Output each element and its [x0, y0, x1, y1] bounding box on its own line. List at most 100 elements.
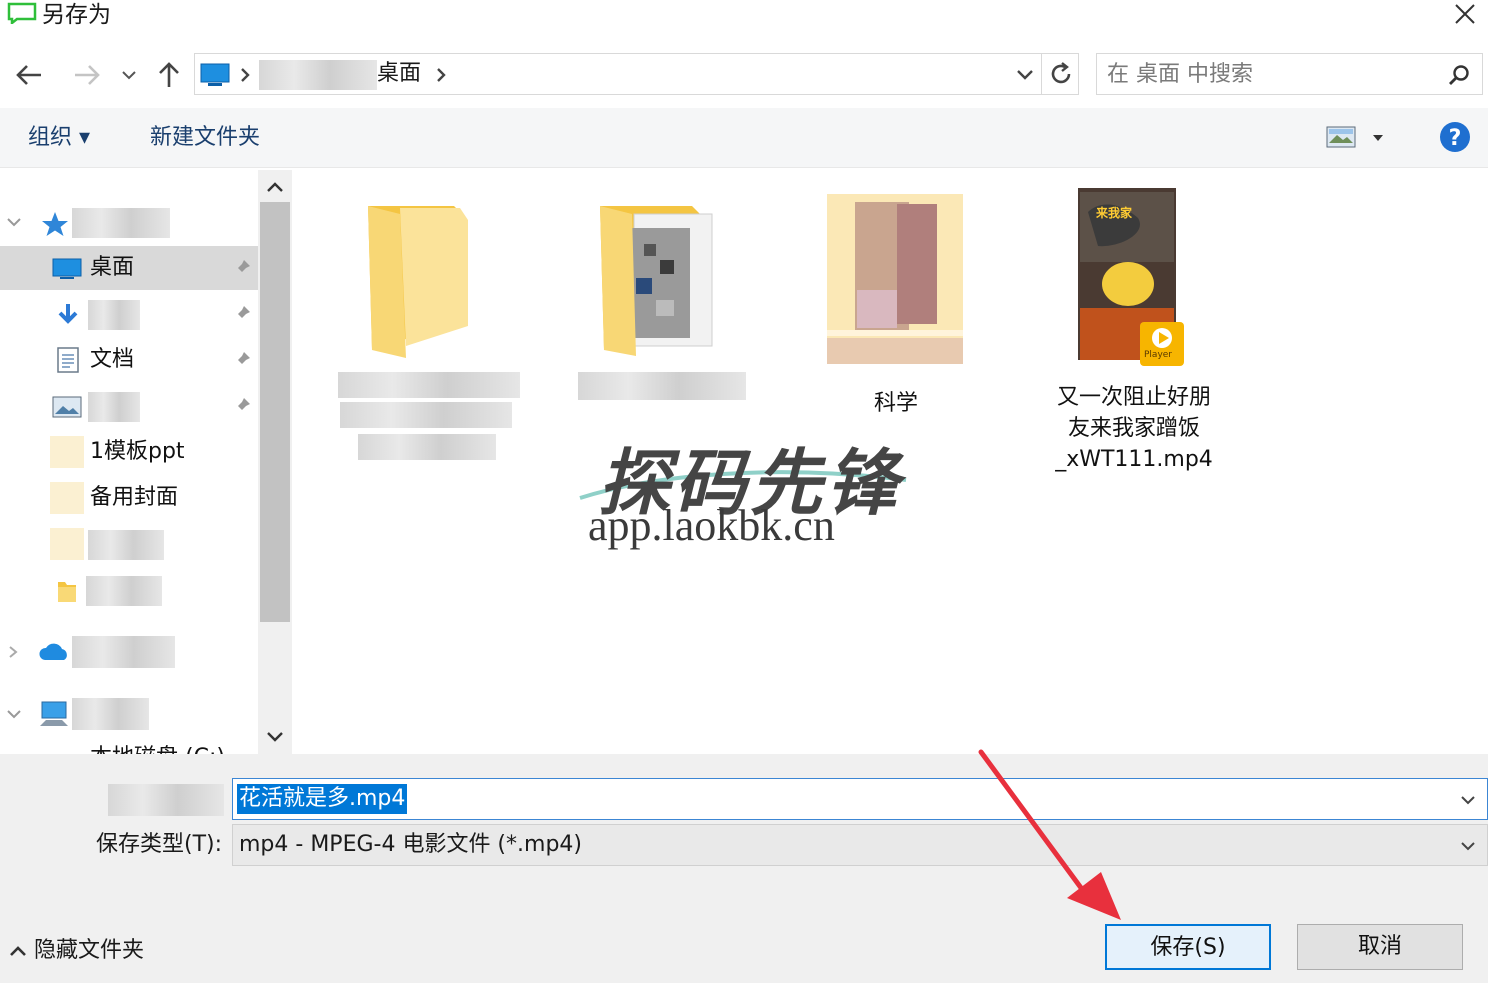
search-icon[interactable]: [1448, 64, 1470, 86]
redacted-sidebar-label: [88, 392, 140, 422]
sidebar-item-pictures[interactable]: [0, 384, 258, 428]
hide-folders-label: 隐藏文件夹: [34, 938, 145, 963]
new-folder-button[interactable]: 新建文件夹: [150, 123, 260, 153]
save-button[interactable]: 保存(S): [1105, 924, 1271, 970]
chevron-down-icon[interactable]: [1015, 67, 1035, 83]
sidebar-item-backup-covers[interactable]: 备用封面: [0, 476, 258, 520]
title-bar: 另存为: [0, 0, 1488, 40]
desktop-icon: [52, 258, 82, 279]
file-item[interactable]: [576, 190, 756, 410]
forward-button[interactable]: [70, 58, 104, 92]
sidebar-item-label: 备用封面: [90, 485, 179, 510]
pin-icon: [234, 398, 250, 414]
breadcrumb-current-folder[interactable]: 桌面: [377, 59, 421, 89]
pin-icon: [234, 260, 250, 276]
computer-icon: [40, 701, 68, 726]
quick-access-star-icon: [42, 212, 68, 236]
filename-value[interactable]: 花活就是多.mp4: [237, 784, 408, 814]
video-thumbnail-icon: [1078, 188, 1184, 366]
redacted-sidebar-label: [88, 300, 140, 330]
expand-chevron-icon[interactable]: [6, 216, 22, 228]
up-button[interactable]: [152, 58, 186, 92]
file-name-line: 友来我家蹭饭: [1067, 416, 1200, 441]
file-item[interactable]: [336, 190, 526, 490]
expand-chevron-icon[interactable]: [6, 708, 22, 720]
pin-icon: [234, 306, 250, 322]
file-name-label: 科学: [873, 391, 918, 416]
onedrive-cloud-icon: [39, 643, 67, 660]
search-box[interactable]: [1096, 53, 1483, 95]
sidebar-item-template-ppt[interactable]: 1模板ppt: [0, 430, 258, 474]
arrow-up-icon: [159, 62, 179, 87]
folder-thumbnail-icon: [50, 482, 84, 514]
sidebar-item-label: 1模板ppt: [90, 439, 185, 464]
close-icon[interactable]: [1450, 0, 1480, 30]
redacted-sidebar-label: [88, 530, 164, 560]
folder-with-preview-icon: [600, 206, 713, 356]
player-badge-label: Player: [1144, 350, 1173, 360]
svg-text:?: ?: [1449, 126, 1462, 151]
redacted-sidebar-label: [86, 576, 162, 606]
pin-icon: [234, 352, 250, 368]
folder-icon: [368, 206, 468, 358]
recent-locations-button[interactable]: [114, 58, 144, 92]
chevron-up-icon: [10, 946, 26, 956]
navigation-bar: 桌面: [0, 50, 1488, 100]
sidebar-item-label: 桌面: [90, 255, 135, 280]
back-button[interactable]: [12, 58, 46, 92]
redacted-quick-access-label: [72, 208, 170, 238]
sidebar-item-documents[interactable]: 文档: [0, 338, 258, 382]
redacted-file-name: [340, 402, 512, 428]
scroll-up-icon[interactable]: [266, 180, 284, 194]
navigation-pane: 桌面 文档 1模板ppt 备用封面: [0, 170, 292, 754]
help-icon[interactable]: ?: [1439, 121, 1471, 153]
file-item[interactable]: 科学: [821, 190, 971, 416]
scrollbar-thumb[interactable]: [260, 202, 290, 622]
chevron-down-icon[interactable]: [1457, 789, 1479, 811]
sidebar-item-downloads[interactable]: [0, 292, 258, 336]
filetype-value: mp4 - MPEG-4 电影文件 (*.mp4): [239, 832, 582, 857]
search-input[interactable]: [1107, 60, 1427, 88]
save-form: 花活就是多.mp4 保存类型(T): mp4 - MPEG-4 电影文件 (*.…: [0, 754, 1488, 983]
redacted-onedrive-label[interactable]: [72, 636, 175, 668]
download-arrow-icon: [58, 304, 78, 324]
redacted-file-name: [338, 372, 520, 398]
view-options-icon[interactable]: [1326, 126, 1356, 148]
sidebar-scrollbar[interactable]: [258, 170, 292, 754]
chat-bubble-icon: [7, 2, 37, 24]
dialog-title: 另存为: [42, 2, 111, 28]
sidebar-item-local-disk[interactable]: 本地磁盘 (C:): [90, 744, 225, 754]
scroll-down-icon[interactable]: [266, 730, 284, 744]
redacted-file-name: [578, 372, 746, 400]
video-caption-text: 来我家: [1096, 206, 1133, 220]
chevron-right-icon: [437, 68, 446, 82]
filename-field[interactable]: 花活就是多.mp4: [232, 778, 1488, 820]
organize-menu-button[interactable]: 组织 ▾: [28, 123, 90, 153]
red-annotation-arrow-icon: [978, 749, 1121, 920]
sidebar-item-label: 文档: [90, 347, 135, 372]
sidebar-item-redacted-folder-2[interactable]: [0, 568, 258, 612]
sidebar-item-desktop[interactable]: 桌面: [0, 246, 258, 290]
view-options-dropdown-icon[interactable]: [1371, 133, 1385, 143]
redacted-this-pc-label[interactable]: [72, 698, 149, 730]
file-name-line: _xWT111.mp4: [1055, 447, 1213, 472]
file-name-label: 又一次阻止好朋 友来我家蹭饭 _xWT111.mp4: [1044, 382, 1224, 475]
redacted-file-name: [358, 434, 496, 460]
redacted-filename-label: [108, 784, 224, 816]
command-toolbar: 组织 ▾ 新建文件夹 ?: [0, 108, 1488, 168]
collapse-chevron-icon[interactable]: [6, 644, 20, 660]
hide-folders-toggle[interactable]: 隐藏文件夹: [8, 936, 144, 966]
folder-thumbnail-icon: [50, 436, 84, 468]
chevron-down-icon[interactable]: [1457, 835, 1479, 857]
cancel-button[interactable]: 取消: [1297, 924, 1463, 970]
refresh-icon[interactable]: [1048, 61, 1074, 87]
filetype-label: 保存类型(T):: [96, 832, 223, 857]
folder-icon: [58, 582, 76, 602]
filetype-select[interactable]: mp4 - MPEG-4 电影文件 (*.mp4): [232, 824, 1488, 866]
desktop-icon: [200, 63, 230, 86]
sidebar-item-redacted-folder[interactable]: [0, 522, 258, 566]
file-item[interactable]: 来我家 Player 又一次阻止好朋 友来我家蹭饭 _xWT111.mp4: [1044, 186, 1224, 476]
picture-icon: [52, 396, 82, 418]
address-bar[interactable]: 桌面: [194, 53, 1079, 95]
document-icon: [57, 347, 79, 373]
